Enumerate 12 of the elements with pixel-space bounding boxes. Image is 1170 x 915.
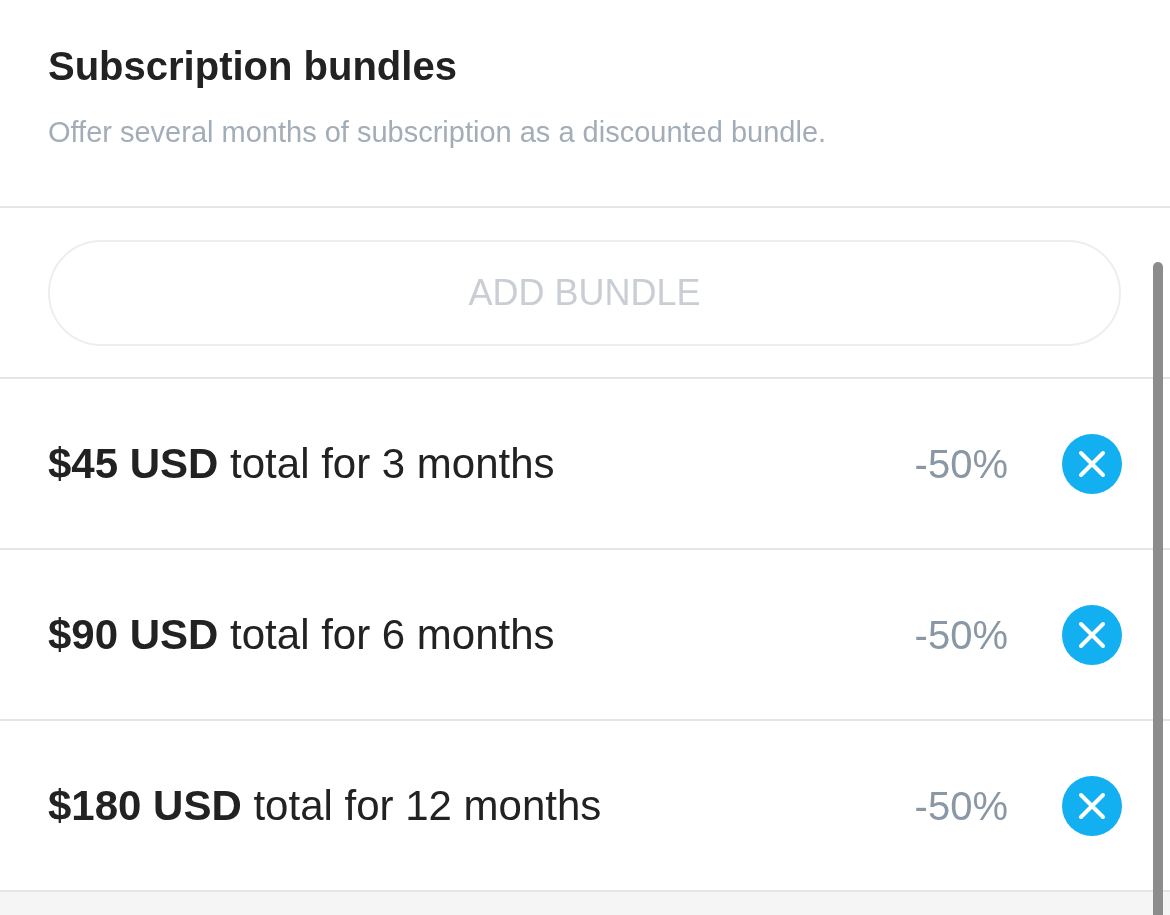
discount-label: -50% (914, 611, 1008, 659)
discount-label: -50% (914, 782, 1008, 830)
section-title: Subscription bundles (48, 43, 458, 90)
remove-icon[interactable] (1062, 604, 1122, 665)
remove-icon[interactable] (1062, 775, 1122, 836)
discount-label: -50% (914, 440, 1008, 488)
bundle-description: $45 USD total for 3 months (48, 439, 556, 489)
remove-icon[interactable] (1062, 433, 1122, 494)
section-description: Offer several months of subscription as a discounted bundle. (48, 115, 828, 150)
bundle-description: $90 USD total for 6 months (48, 610, 556, 660)
bundle-description: $180 USD total for 12 months (48, 781, 603, 831)
scrollbar[interactable] (1153, 262, 1163, 915)
